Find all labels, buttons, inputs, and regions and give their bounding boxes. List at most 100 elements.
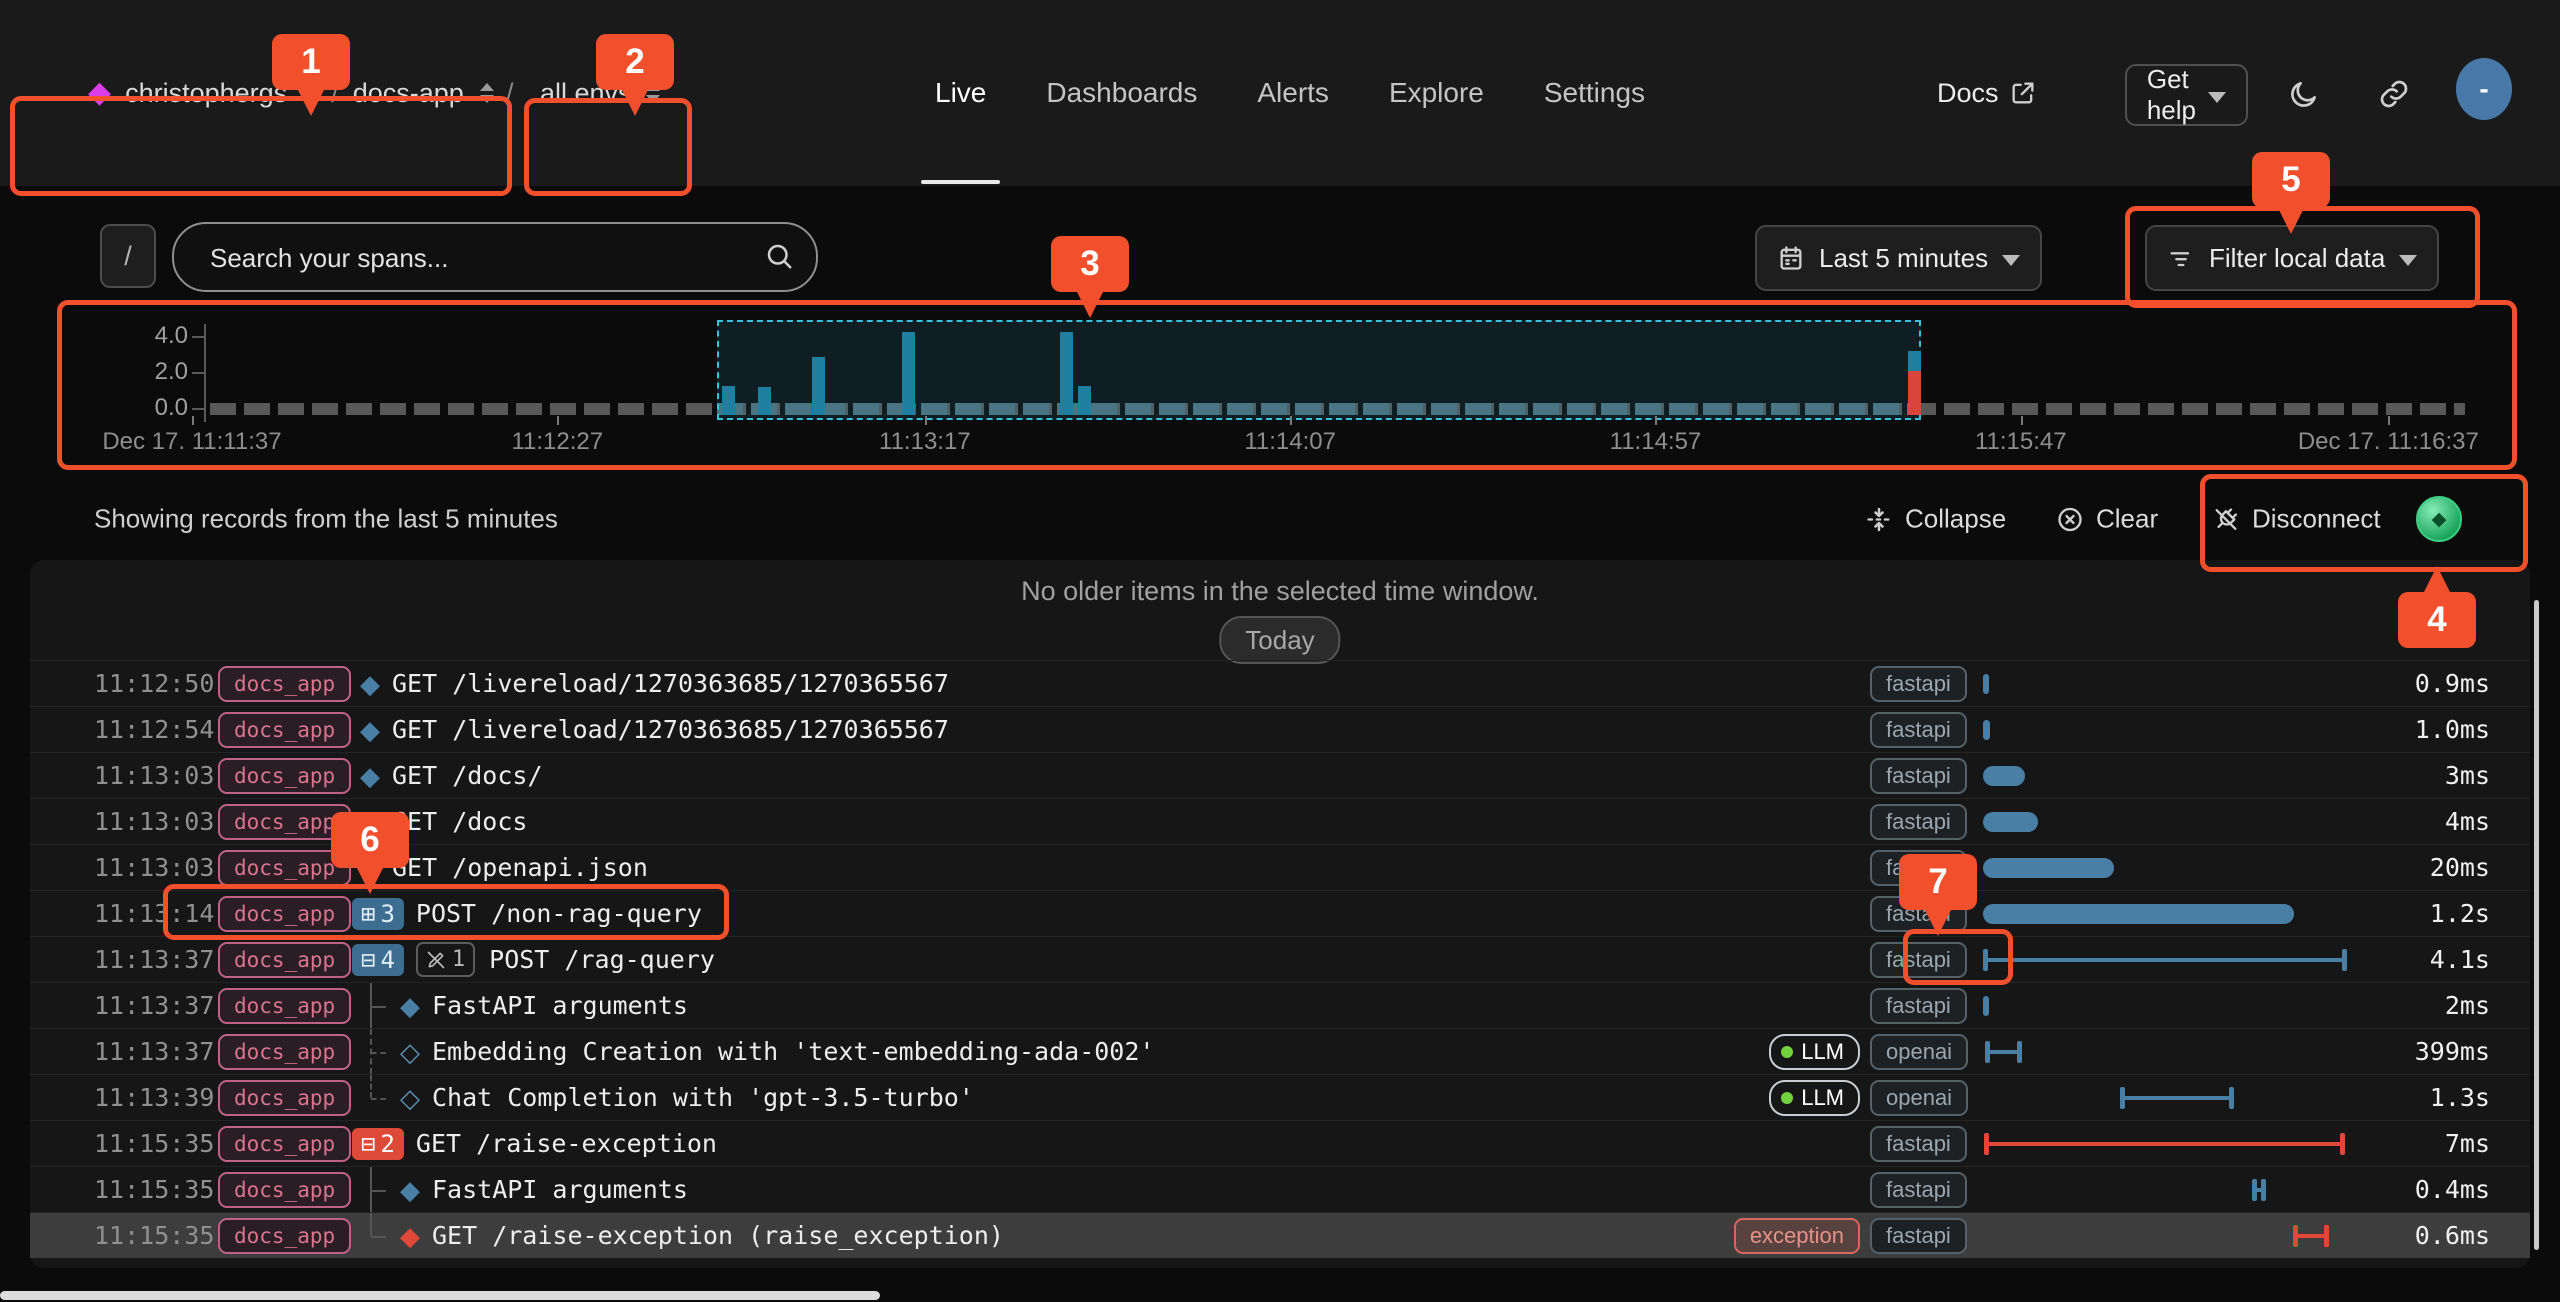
pen-slash-icon bbox=[426, 950, 446, 970]
llm-label: LLM bbox=[1801, 1085, 1844, 1111]
span-histogram[interactable]: 4.02.00.0Dec 17. 11:11:3711:12:2711:13:1… bbox=[0, 300, 2560, 470]
tag-cell: docs_app bbox=[218, 758, 352, 794]
table-row[interactable]: 11:15:35docs_app◆GET /raise-exception (r… bbox=[30, 1212, 2530, 1258]
time-range-button[interactable]: Last 5 minutes bbox=[1755, 225, 2042, 291]
span-timestamp: 11:13:37 bbox=[94, 1037, 190, 1066]
tag-pill-docs-app[interactable]: docs_app bbox=[218, 712, 351, 748]
horizontal-scrollbar[interactable] bbox=[0, 1291, 880, 1300]
tab-explore[interactable]: Explore bbox=[1389, 0, 1484, 186]
span-main: ◆FastAPI arguments bbox=[352, 983, 1768, 1028]
tag-cell: docs_app bbox=[218, 1080, 352, 1116]
duration-ibeam-bar bbox=[1985, 1041, 2022, 1063]
tag-pill-docs-app[interactable]: docs_app bbox=[218, 666, 351, 702]
expand-toggle-badge[interactable]: ⊞3 bbox=[352, 898, 404, 930]
table-row[interactable]: 11:13:37docs_app◆FastAPI argumentsfastap… bbox=[30, 982, 2530, 1028]
duration-track bbox=[1980, 799, 2395, 844]
table-row[interactable]: 11:15:35docs_app◆FastAPI argumentsfastap… bbox=[30, 1166, 2530, 1212]
y-axis-tick bbox=[192, 336, 204, 338]
link-icon[interactable] bbox=[2378, 78, 2410, 110]
connection-status-indicator[interactable]: ◆ bbox=[2416, 496, 2462, 542]
clear-button[interactable]: Clear bbox=[2056, 504, 2158, 535]
pending-logs-badge[interactable]: 1 bbox=[416, 942, 475, 977]
tag-pill-docs-app[interactable]: docs_app bbox=[218, 758, 351, 794]
table-row[interactable]: 11:13:39docs_app◇Chat Completion with 'g… bbox=[30, 1074, 2530, 1120]
tag-cell: docs_app bbox=[218, 896, 352, 932]
annotation-badge-6: 6 bbox=[331, 812, 409, 868]
tech-cell: fastapi bbox=[1870, 712, 1966, 748]
tag-pill-docs-app[interactable]: docs_app bbox=[218, 1080, 351, 1116]
badge-cell: exception bbox=[1768, 1218, 1860, 1254]
table-row[interactable]: 11:13:37docs_app◇Embedding Creation with… bbox=[30, 1028, 2530, 1074]
tag-cell: docs_app bbox=[218, 712, 352, 748]
tag-cell: docs_app bbox=[218, 1172, 352, 1208]
collapse-icon bbox=[1865, 505, 1893, 533]
table-row[interactable]: 11:12:50docs_app◆GET /livereload/1270363… bbox=[30, 660, 2530, 706]
disconnect-button[interactable]: Disconnect bbox=[2212, 504, 2381, 535]
exception-badge[interactable]: exception bbox=[1734, 1218, 1860, 1254]
table-row[interactable]: 11:13:14docs_app⊞3POST /non-rag-queryfas… bbox=[30, 890, 2530, 936]
tech-cell: openai bbox=[1870, 1034, 1966, 1070]
tag-pill-docs-app[interactable]: docs_app bbox=[218, 1034, 351, 1070]
tech-pill-fastapi[interactable]: fastapi bbox=[1870, 712, 1967, 748]
docs-link[interactable]: Docs bbox=[1937, 0, 2037, 186]
table-row[interactable]: 11:13:03docs_app◆GET /docs/fastapi3ms bbox=[30, 752, 2530, 798]
search-input[interactable] bbox=[208, 224, 742, 292]
table-row[interactable]: 11:15:35docs_app⊟2GET /raise-exceptionfa… bbox=[30, 1120, 2530, 1166]
x-axis-tick bbox=[192, 416, 194, 425]
filter-local-data-button[interactable]: Filter local data bbox=[2145, 225, 2439, 291]
tab-alerts[interactable]: Alerts bbox=[1257, 0, 1329, 186]
search-icon bbox=[764, 241, 794, 271]
tech-pill-fastapi[interactable]: fastapi bbox=[1870, 942, 1967, 978]
project-selector-icon[interactable] bbox=[480, 83, 494, 103]
table-row[interactable]: 11:13:37docs_app⊟41POST /rag-queryfastap… bbox=[30, 936, 2530, 982]
tab-settings[interactable]: Settings bbox=[1544, 0, 1645, 186]
time-selection-region[interactable] bbox=[717, 320, 1921, 420]
llm-green-dot-icon bbox=[1781, 1092, 1793, 1104]
expand-toggle-badge[interactable]: ⊟4 bbox=[352, 944, 404, 976]
table-row[interactable]: 11:12:54docs_app◆GET /livereload/1270363… bbox=[30, 706, 2530, 752]
today-pill[interactable]: Today bbox=[1219, 616, 1340, 664]
span-duration: 399ms bbox=[2395, 1037, 2490, 1066]
breadcrumb[interactable]: ◆ christophergs / docs-app bbox=[88, 0, 494, 186]
org-name[interactable]: christophergs bbox=[125, 78, 287, 109]
tech-pill-openai[interactable]: openai bbox=[1870, 1080, 1968, 1116]
chart-bar bbox=[1908, 351, 1921, 371]
tech-pill-fastapi[interactable]: fastapi bbox=[1870, 1126, 1967, 1162]
span-timestamp: 11:15:35 bbox=[94, 1221, 190, 1250]
tech-pill-fastapi[interactable]: fastapi bbox=[1870, 804, 1967, 840]
vertical-scrollbar[interactable] bbox=[2534, 600, 2539, 1250]
chevron-down-icon bbox=[2208, 92, 2226, 103]
span-timestamp: 11:13:03 bbox=[94, 853, 190, 882]
span-duration: 7ms bbox=[2395, 1129, 2490, 1158]
span-name: POST /non-rag-query bbox=[416, 899, 702, 928]
tech-pill-fastapi[interactable]: fastapi bbox=[1870, 1172, 1967, 1208]
tab-live[interactable]: Live bbox=[935, 0, 986, 186]
avatar[interactable]: - bbox=[2456, 58, 2512, 120]
search-bar[interactable] bbox=[172, 222, 818, 292]
moon-icon[interactable] bbox=[2288, 78, 2320, 110]
tag-pill-docs-app[interactable]: docs_app bbox=[218, 1172, 351, 1208]
project-name[interactable]: docs-app bbox=[353, 78, 464, 109]
annotation-badge-7: 7 bbox=[1899, 854, 1977, 910]
get-help-button[interactable]: Get help bbox=[2125, 64, 2248, 126]
tech-pill-fastapi[interactable]: fastapi bbox=[1870, 666, 1967, 702]
tech-pill-fastapi[interactable]: fastapi bbox=[1870, 758, 1967, 794]
calendar-icon bbox=[1777, 244, 1805, 272]
collapse-button[interactable]: Collapse bbox=[1865, 504, 2006, 535]
span-main: ⊟2GET /raise-exception bbox=[352, 1128, 1768, 1160]
tech-pill-fastapi[interactable]: fastapi bbox=[1870, 988, 1967, 1024]
tag-pill-docs-app[interactable]: docs_app bbox=[218, 988, 351, 1024]
tag-pill-docs-app[interactable]: docs_app bbox=[218, 1126, 351, 1162]
tag-pill-docs-app[interactable]: docs_app bbox=[218, 1218, 351, 1254]
clear-label: Clear bbox=[2096, 504, 2158, 535]
tag-pill-docs-app[interactable]: docs_app bbox=[218, 896, 351, 932]
annotation-badge-5: 5 bbox=[2252, 152, 2330, 208]
expand-toggle-badge[interactable]: ⊟2 bbox=[352, 1128, 404, 1160]
tag-pill-docs-app[interactable]: docs_app bbox=[218, 942, 351, 978]
tech-pill-fastapi[interactable]: fastapi bbox=[1870, 1218, 1967, 1254]
tech-pill-openai[interactable]: openai bbox=[1870, 1034, 1968, 1070]
duration-ibeam-bar bbox=[1984, 1133, 2345, 1155]
span-kind-diamond-icon: ◆ bbox=[360, 717, 380, 743]
get-help-label: Get help bbox=[2147, 64, 2196, 126]
tab-dashboards[interactable]: Dashboards bbox=[1046, 0, 1197, 186]
